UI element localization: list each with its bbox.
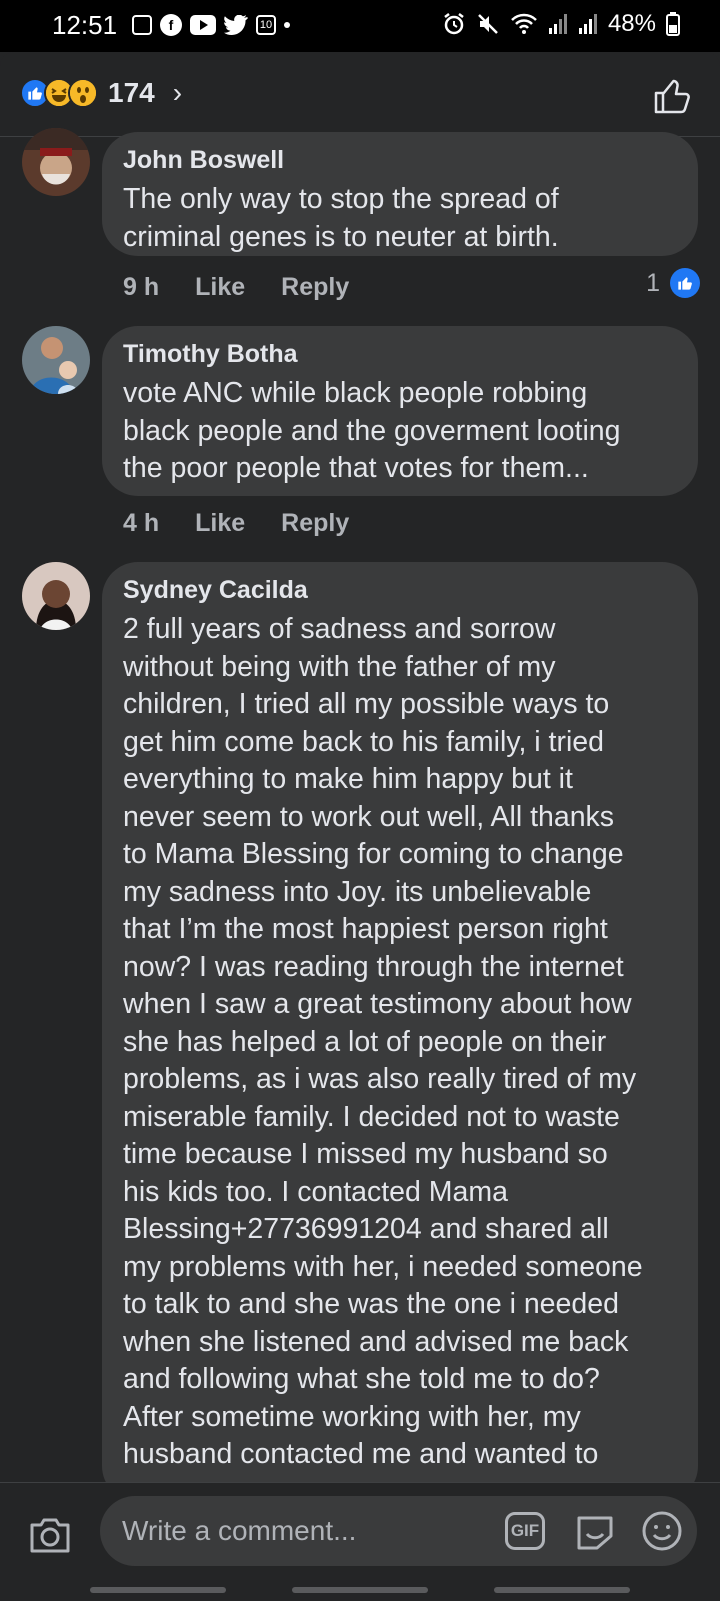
comment-actions: 9 h Like Reply [123,273,349,302]
comment-composer: Write a comment... GIF [0,1482,720,1601]
reaction-count: 174 [108,77,155,108]
mute-icon [478,14,498,34]
like-button[interactable]: Like [195,273,245,302]
reply-button[interactable]: Reply [281,273,349,302]
facebook-icon: f [160,14,182,36]
comment-author[interactable]: Sydney Cacilda [123,576,678,605]
badge-10-icon: 10 [256,15,276,35]
chevron-right-icon: › [172,77,183,108]
twitter-icon [224,15,248,35]
comment-bubble[interactable]: John Boswell The only way to stop the sp… [102,132,698,256]
like-reaction-icon [670,268,700,298]
battery-icon [666,12,680,36]
nav-recents-button[interactable] [90,1587,226,1593]
emoji-icon[interactable] [641,1510,683,1552]
comment-author[interactable]: John Boswell [123,146,678,175]
like-button[interactable]: Like [195,509,245,538]
reactions-summary[interactable]: 174 › [20,77,182,109]
camera-icon[interactable] [28,1515,72,1555]
status-bar: 12:51 f 10 48% [0,0,720,52]
wow-reaction-icon [68,78,98,108]
signal-icon [548,14,567,34]
comment-bubble[interactable]: Timothy Botha vote ANC while black peopl… [102,326,698,496]
thumbs-up-icon[interactable] [652,76,692,116]
comment-bubble[interactable]: Sydney Cacilda 2 full years of sadness a… [102,562,698,1502]
avatar[interactable] [22,562,90,630]
system-icons: 48% [442,10,680,38]
alarm-icon [444,13,464,35]
notification-icons: f 10 [132,14,290,36]
comment-time[interactable]: 4 h [123,509,159,538]
gif-button[interactable]: GIF [505,1512,545,1550]
nav-back-button[interactable] [494,1587,630,1593]
avatar[interactable] [22,128,90,196]
reactions-header: 174 › [0,52,720,137]
navigation-bar [0,1579,720,1601]
signal-icon [578,14,597,34]
comment-placeholder: Write a comment... [122,1515,357,1546]
wifi-icon [511,13,537,34]
dot-icon [284,22,290,28]
comment-actions: 4 h Like Reply [123,509,349,538]
comment-input[interactable]: Write a comment... GIF [100,1496,697,1566]
sticker-icon[interactable] [573,1510,617,1552]
comment-author[interactable]: Timothy Botha [123,340,678,369]
battery-percent: 48% [607,10,656,37]
comment-text: 2 full years of sadness and sorrow witho… [123,613,643,1470]
sim-icon [132,15,152,35]
youtube-icon [190,15,216,35]
avatar[interactable] [22,326,90,394]
like-count-value: 1 [646,268,660,297]
comment-text: vote ANC while black people robbing blac… [123,377,621,484]
reply-button[interactable]: Reply [281,509,349,538]
comment-time[interactable]: 9 h [123,273,159,302]
status-time: 12:51 [52,10,118,40]
comment-like-count[interactable]: 1 [646,268,700,298]
comment-text: The only way to stop the spread of crimi… [123,183,559,253]
nav-home-button[interactable] [292,1587,428,1593]
